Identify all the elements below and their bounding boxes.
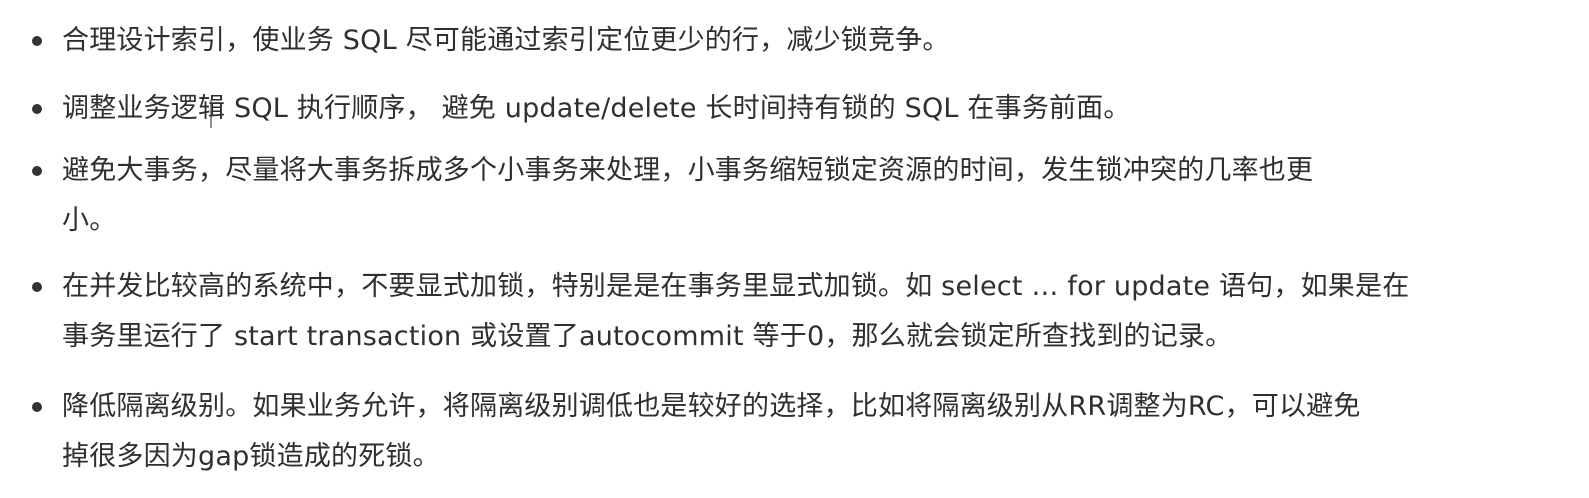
list-item-big-transaction: 避免大事务，尽量将大事务拆成多个小事务来处理，小事务缩短锁定资源的时间，发生锁冲… xyxy=(32,146,1572,246)
list-item-sql-order: 调整业务逻辑 SQL 执行顺序， 避免 update/delete 长时间持有锁… xyxy=(32,84,1572,134)
item-text-line: 避免大事务，尽量将大事务拆成多个小事务来处理，小事务缩短锁定资源的时间，发生锁冲… xyxy=(62,155,1314,186)
item-text-line: 合理设计索引，使业务 SQL 尽可能通过索引定位更少的行，减少锁竞争。 xyxy=(62,25,950,56)
item-text-line: 小。 xyxy=(62,205,117,236)
bullet-icon xyxy=(32,104,42,114)
bullet-list: 合理设计索引，使业务 SQL 尽可能通过索引定位更少的行，减少锁竞争。 调整业务… xyxy=(0,0,1589,498)
bullet-icon xyxy=(32,166,42,176)
item-text-line: 降低隔离级别。如果业务允许，将隔离级别调低也是较好的选择，比如将隔离级别从RR调… xyxy=(62,391,1361,422)
item-text-line: 掉很多因为gap锁造成的死锁。 xyxy=(62,441,440,472)
list-item-isolation-level: 降低隔离级别。如果业务允许，将隔离级别调低也是较好的选择，比如将隔离级别从RR调… xyxy=(32,382,1572,482)
item-text-line: 调整业务逻辑 SQL 执行顺序， 避免 update/delete 长时间持有锁… xyxy=(62,93,1131,124)
text-cursor-icon xyxy=(210,100,212,128)
bullet-icon xyxy=(32,282,42,292)
item-text-line: 事务里运行了 start transaction 或设置了autocommit … xyxy=(62,321,1233,352)
bullet-icon xyxy=(32,402,42,412)
bullet-icon xyxy=(32,36,42,46)
list-item-index-design: 合理设计索引，使业务 SQL 尽可能通过索引定位更少的行，减少锁竞争。 xyxy=(32,16,1572,66)
item-text-line: 在并发比较高的系统中，不要显式加锁，特别是是在事务里显式加锁。如 select … xyxy=(62,271,1410,302)
list-item-explicit-lock: 在并发比较高的系统中，不要显式加锁，特别是是在事务里显式加锁。如 select … xyxy=(32,262,1572,362)
